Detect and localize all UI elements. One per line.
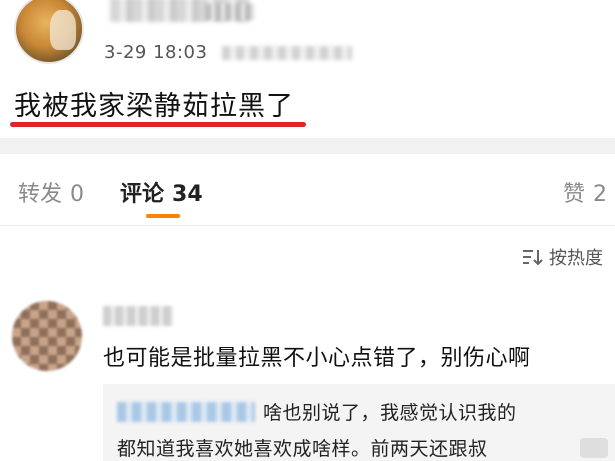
post-time: 3-29 18:03: [104, 42, 208, 63]
commenter-avatar[interactable]: [12, 301, 82, 371]
tab-comment-label: 评论: [120, 182, 165, 207]
tab-like-label: 赞: [563, 182, 586, 207]
tab-comment-count: 34: [172, 182, 203, 207]
user-avatar[interactable]: [14, 0, 84, 64]
tab-repost[interactable]: 转发 0: [18, 176, 84, 208]
section-divider: [0, 138, 615, 154]
username-blurred-tail: [205, 4, 255, 20]
reply-author-blurred[interactable]: [117, 402, 255, 422]
reply-text-line1: 啥也别说了，我感觉认识我的: [263, 402, 517, 424]
sort-label: 按热度: [549, 248, 603, 269]
commenter-name-blurred[interactable]: [103, 306, 173, 326]
tab-bar: 转发 0 评论 34 赞2: [0, 154, 615, 226]
tab-repost-count: 0: [70, 182, 85, 207]
comment-text: 也可能是批量拉黑不小心点错了，别伤心啊: [103, 346, 531, 371]
tab-comment[interactable]: 评论 34: [120, 176, 203, 208]
sort-by-hot-button[interactable]: 按热度: [521, 244, 603, 270]
tab-repost-label: 转发: [18, 182, 63, 207]
tab-like[interactable]: 赞2: [563, 176, 607, 208]
post-text: 我被我家梁静茹拉黑了: [14, 91, 294, 122]
sort-icon: [523, 250, 543, 266]
tab-like-count: 2: [593, 182, 608, 207]
active-tab-indicator: [146, 214, 180, 218]
red-underline: [10, 122, 306, 127]
reply-box[interactable]: 啥也别说了，我感觉认识我的 都知道我喜欢她喜欢成啥样。前两天还跟叔: [103, 384, 615, 461]
reply-text-line2: 都知道我喜欢她喜欢成啥样。前两天还跟叔: [117, 438, 488, 460]
source-blurred: [222, 46, 352, 60]
post-header: 3-29 18:03 我被我家梁静茹拉黑了: [0, 0, 615, 138]
watermark: [580, 438, 608, 458]
